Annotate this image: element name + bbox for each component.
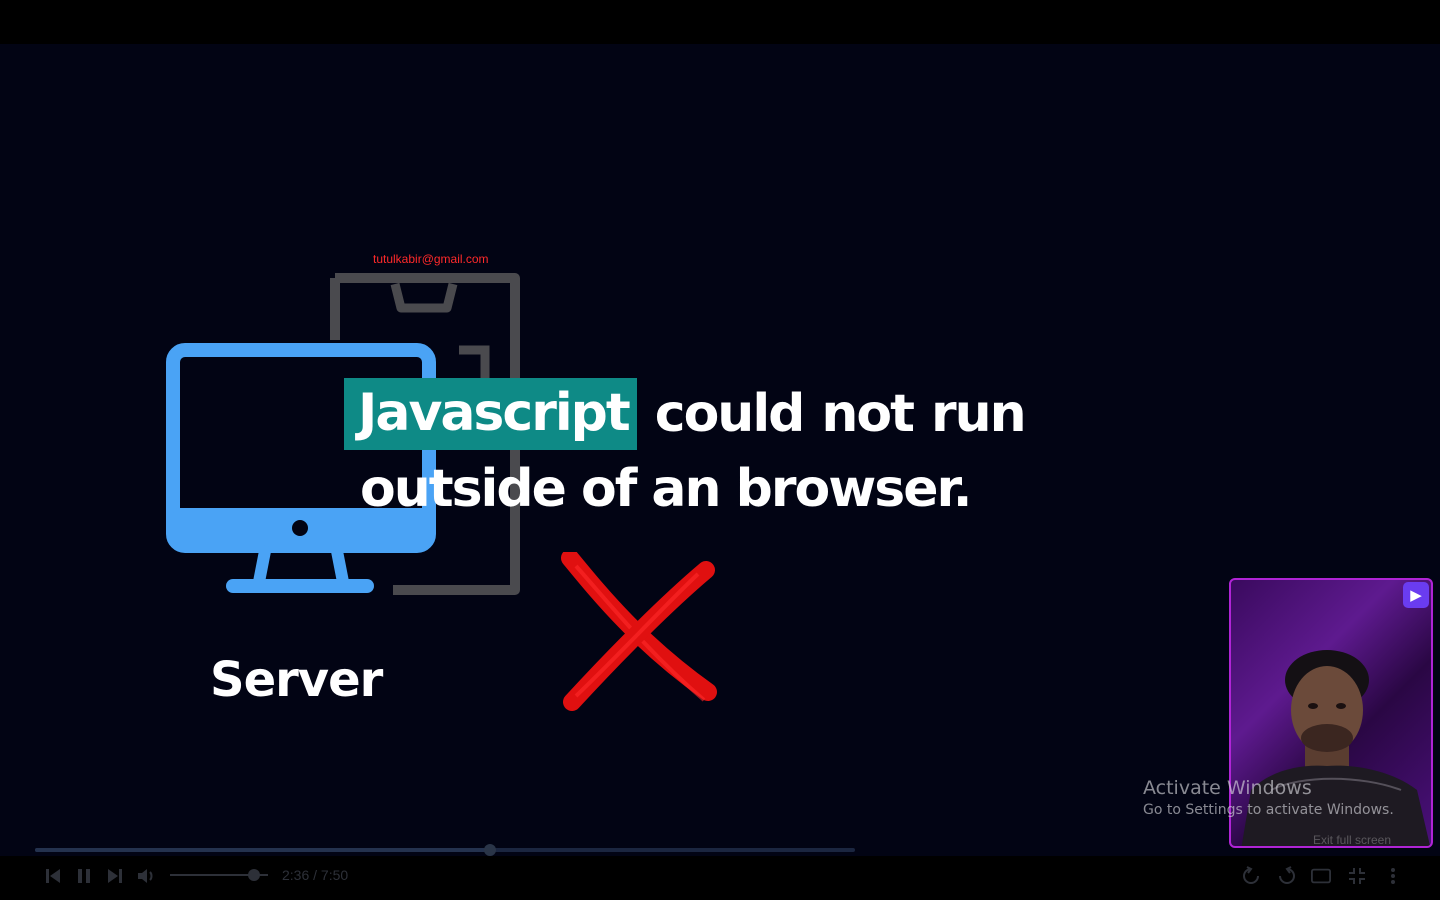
caption-line2: outside of an browser. — [360, 459, 972, 519]
progress-fill — [35, 848, 491, 852]
exit-fullscreen-hint: Exit full screen — [1313, 833, 1392, 847]
activate-title: Activate Windows — [1143, 777, 1312, 799]
caption-highlight: Javascript — [344, 378, 637, 450]
next-icon[interactable] — [105, 866, 125, 886]
caption-word: could — [654, 384, 806, 444]
activate-windows-notice: Activate Windows Go to Settings to activ… — [1143, 776, 1394, 820]
server-label: Server — [210, 652, 383, 708]
progress-knob[interactable] — [484, 844, 497, 856]
caption-word: run — [930, 384, 1027, 444]
player-controls — [0, 856, 1440, 900]
watermark-email: tutulkabir@gmail.com — [373, 252, 489, 266]
top-bar — [0, 0, 1440, 44]
time-display: 2:36 / 7:50 — [282, 867, 349, 883]
more-icon[interactable] — [1383, 866, 1403, 886]
slide-caption: Javascript could not run outside of an b… — [344, 378, 1027, 524]
cross-icon — [561, 552, 717, 711]
fullscreen-exit-icon[interactable] — [1347, 866, 1367, 886]
pause-icon[interactable] — [74, 866, 94, 886]
theater-icon[interactable] — [1311, 866, 1331, 886]
replay-icon[interactable] — [1241, 866, 1261, 886]
previous-icon[interactable] — [43, 866, 63, 886]
activate-subtitle: Go to Settings to activate Windows. — [1143, 802, 1394, 818]
progress-bar[interactable] — [35, 844, 855, 856]
forward-icon[interactable] — [1277, 866, 1297, 886]
volume-slider[interactable] — [170, 869, 268, 881]
caption-word: not — [821, 384, 915, 444]
volume-icon[interactable] — [136, 866, 156, 886]
play-flag-icon[interactable]: ▶ — [1403, 582, 1429, 608]
